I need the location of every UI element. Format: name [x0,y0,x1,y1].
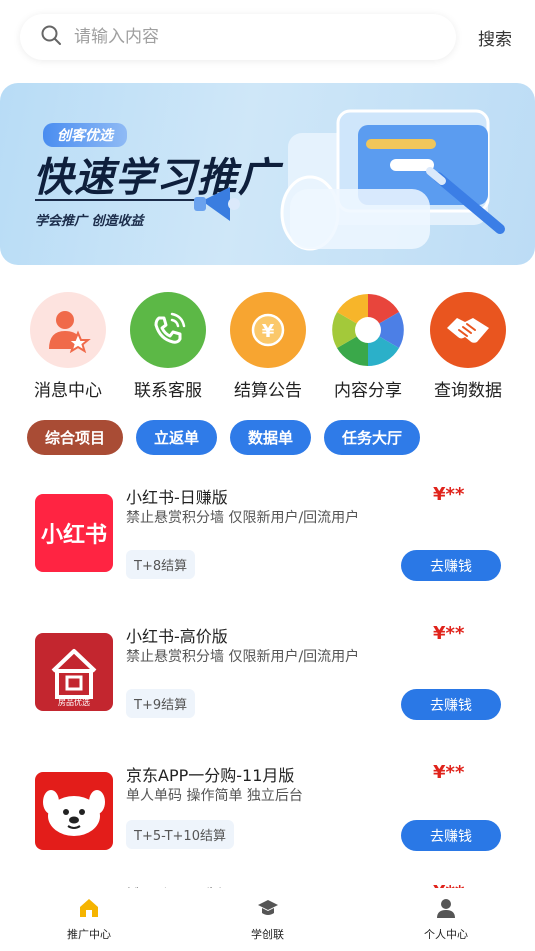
item-desc: 禁止悬赏积分墙 仅限新用户/回流用户 [126,649,360,665]
quick-item-share[interactable]: 内容分享 [318,292,418,401]
banner-illustration [194,109,505,251]
aperture-icon [330,292,406,368]
settlement-tag: T+8结算 [126,550,196,579]
yuan-coin-icon: ¥ [230,292,306,368]
svg-text:¥: ¥ [262,321,275,342]
quick-menu: 消息中心 联系客服 ¥ 结算公告 内容分享 查询数据 [18,292,518,401]
item-desc: 单人单码 操作简单 独立后台 [126,788,303,804]
tab-label: 推广中心 [67,928,111,941]
banner-tag: 创客优选 [43,123,127,147]
jd-dog-logo [35,772,113,850]
quick-label: 查询数据 [434,381,502,401]
tab-promotion-center[interactable]: 推广中心 [22,888,156,951]
promo-banner[interactable]: 创客优选 快速学习推广 学会推广 创造收益 [0,83,535,265]
house-logo: 房品优选 [35,633,113,711]
xiaohongshu-logo: 小红书 [35,494,113,572]
search-icon [40,24,62,50]
quick-item-messages[interactable]: 消息中心 [18,292,118,401]
message-center-icon [30,292,106,368]
settlement-tag: T+9结算 [126,689,196,718]
list-item[interactable]: 京东APP一分购-11月版 单人单码 操作简单 独立后台 T+5-T+10结算 … [0,748,535,870]
list-item[interactable]: 房品优选 小红书-高价版 禁止悬赏积分墙 仅限新用户/回流用户 T+9结算 ¥*… [0,609,535,748]
tab-label: 学创联 [251,928,284,941]
project-list: 小红书 小红书-日赚版 禁止悬赏积分墙 仅限新用户/回流用户 T+8结算 ¥**… [0,470,535,905]
settlement-tag: T+5-T+10结算 [126,820,234,849]
chip-task-hall[interactable]: 任务大厅 [324,420,421,455]
earn-button[interactable]: 去赚钱 [401,550,501,581]
quick-item-settlement[interactable]: ¥ 结算公告 [218,292,318,401]
search-bar: 搜索 [20,14,520,60]
megaphone-icon [194,187,240,221]
quick-label: 内容分享 [334,381,402,401]
earn-button[interactable]: 去赚钱 [401,820,501,851]
item-desc: 禁止悬赏积分墙 仅限新用户/回流用户 [126,510,360,526]
earn-button[interactable]: 去赚钱 [401,689,501,720]
quick-label: 消息中心 [34,381,102,401]
banner-subtitle: 学会推广 创造收益 [35,214,144,229]
search-button[interactable]: 搜索 [478,25,512,50]
tab-personal-center[interactable]: 个人中心 [379,888,513,951]
phone-icon [130,292,206,368]
chip-data-order[interactable]: 数据单 [230,420,312,455]
item-title: 小红书-日赚版 [126,488,228,507]
quick-label: 联系客服 [134,381,202,401]
home-icon [78,897,100,923]
item-price: ¥** [433,623,465,644]
item-title: 京东APP一分购-11月版 [126,766,295,785]
person-icon [435,897,457,923]
logo-text: 房品优选 [58,698,90,707]
chip-instant-rebate[interactable]: 立返单 [136,420,218,455]
item-price: ¥** [433,484,465,505]
quick-item-support[interactable]: 联系客服 [118,292,218,401]
quick-item-query[interactable]: 查询数据 [418,292,518,401]
handshake-icon [430,292,506,368]
banner-divider [35,199,205,201]
chip-all-projects[interactable]: 综合项目 [27,420,124,455]
search-box[interactable] [20,14,456,60]
list-item[interactable]: 小红书 小红书-日赚版 禁止悬赏积分墙 仅限新用户/回流用户 T+8结算 ¥**… [0,470,535,609]
bottom-tab-bar: 推广中心 学创联 个人中心 [0,888,535,951]
search-input[interactable] [74,27,414,47]
tab-label: 个人中心 [424,928,468,941]
logo-text: 小红书 [40,523,107,548]
graduation-cap-icon [257,897,279,923]
item-title: 小红书-高价版 [126,627,228,646]
category-chips: 综合项目 立返单 数据单 任务大厅 [27,420,421,455]
tab-learning[interactable]: 学创联 [201,888,335,951]
quick-label: 结算公告 [234,381,302,401]
item-price: ¥** [433,762,465,783]
